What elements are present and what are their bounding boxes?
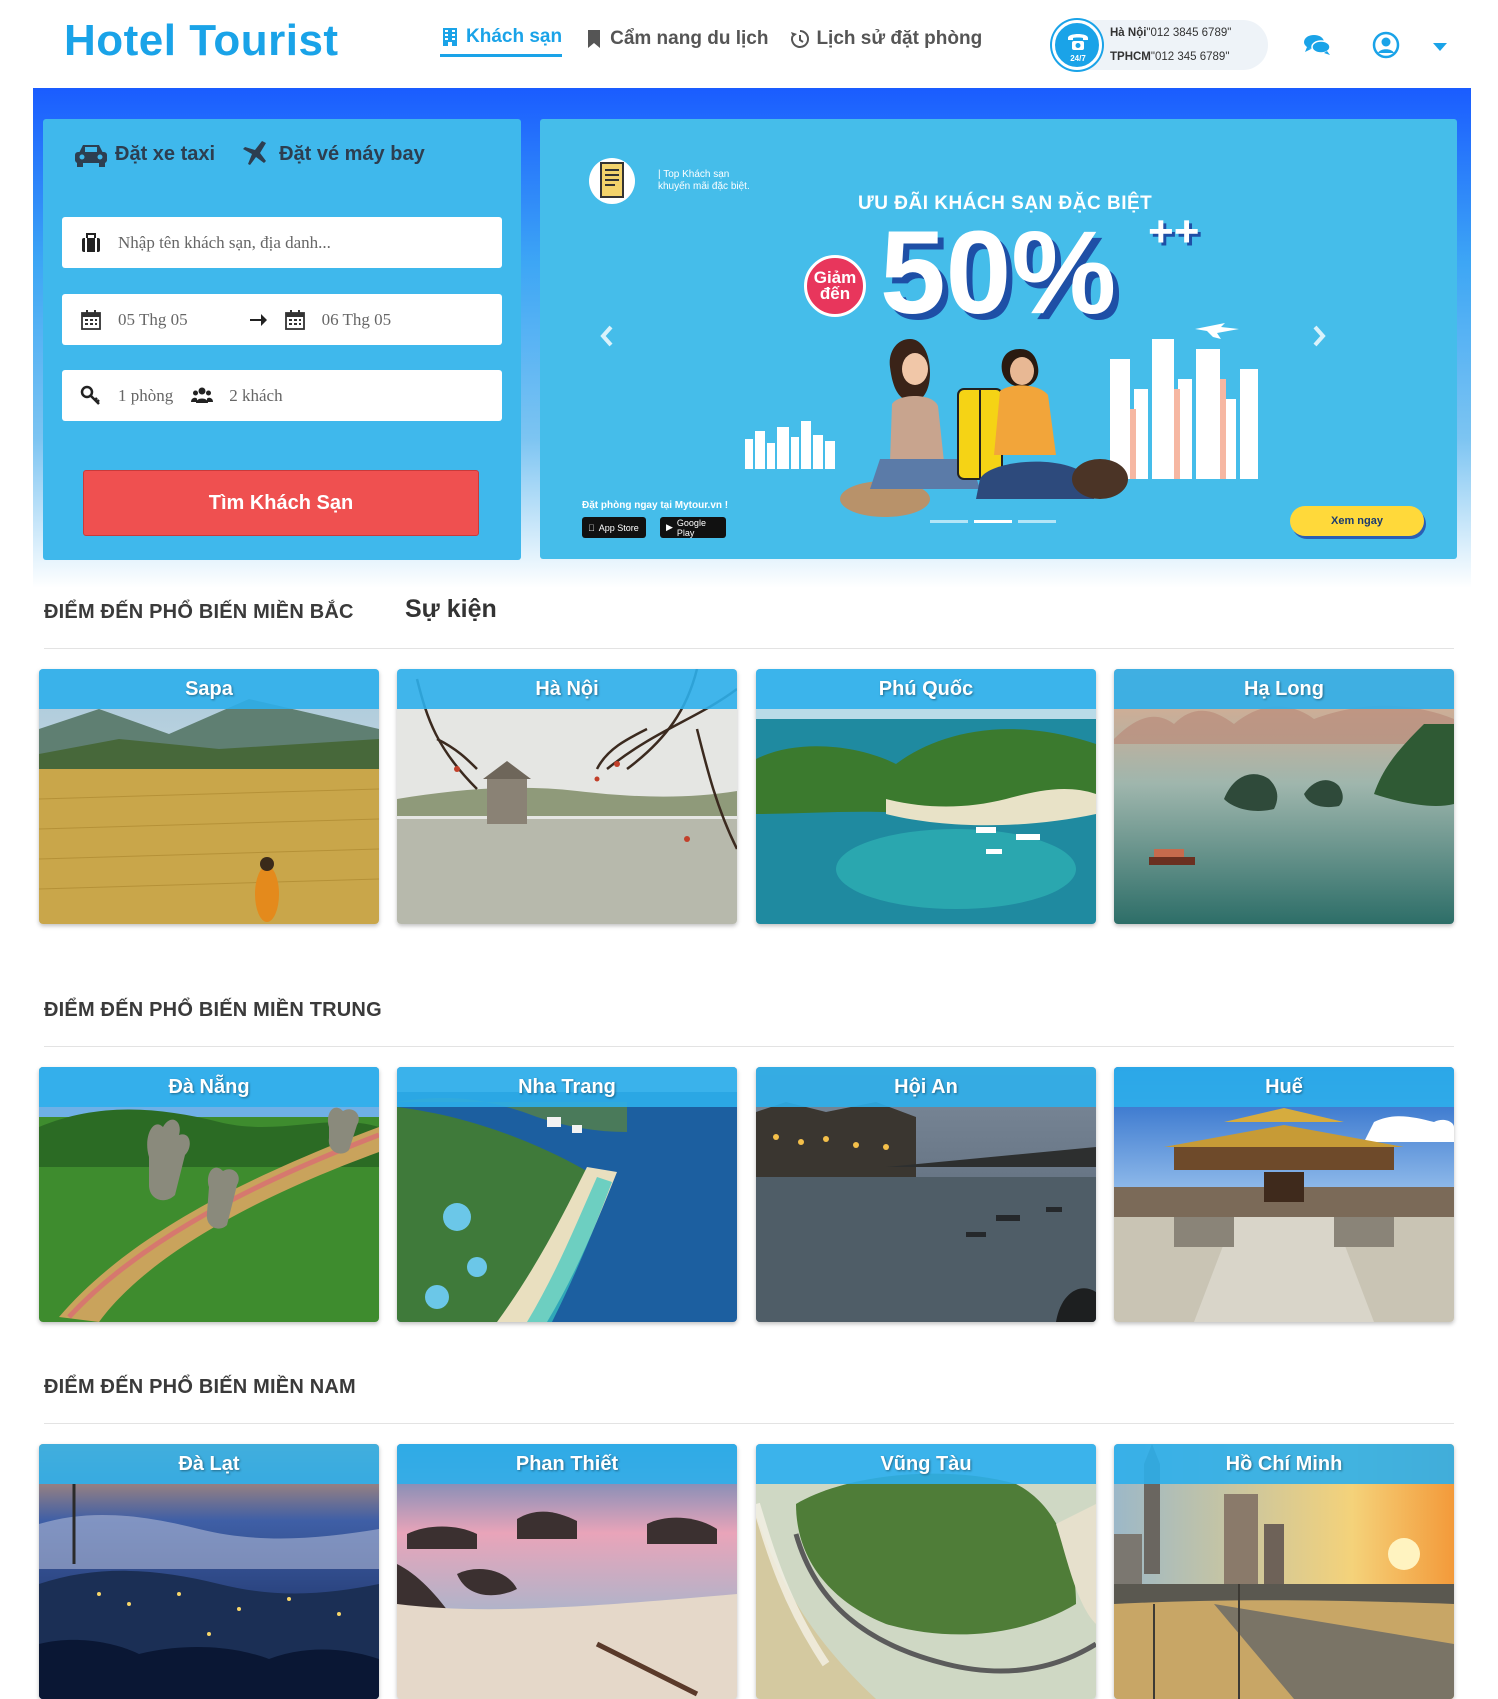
calendar-icon [81,309,101,330]
appstore-badge[interactable]: App Store [582,517,646,538]
hotline-hcm: TPHCM"012 345 6789" [1110,51,1230,63]
carousel-dot-active[interactable] [974,520,1012,523]
card-caption: Phú Quốc [756,669,1096,709]
googleplay-badge[interactable]: ▶ Google Play [660,517,726,538]
card-caption: Đà Lạt [39,1444,379,1484]
discount-plus: ++ [1148,207,1200,256]
nav-booking-history-label: Lịch sử đặt phòng [816,27,983,49]
card-caption: Sapa [39,669,379,709]
destination-input[interactable] [118,232,478,253]
card-caption: Hạ Long [1114,669,1454,709]
destination-card-vungtau[interactable]: Vũng Tàu [756,1444,1096,1699]
phone-icon: 24/7 [1052,20,1102,70]
banner-book-text: Đặt phòng ngay tại Mytour.vn ! [582,500,729,511]
search-panel: Đặt xe taxi Đặt vé máy bay 05 Thg 05 06 … [43,119,521,560]
destination-card-phanthiet[interactable]: Phan Thiết [397,1444,737,1699]
nav-travel-guide[interactable]: Cẩm nang du lịch [584,26,768,57]
tab-flight[interactable]: Đặt vé máy bay [237,139,425,169]
search-tabs: Đặt xe taxi Đặt vé máy bay [73,139,425,169]
play-icon: ▶ [666,522,673,532]
taxi-icon [75,145,107,167]
chat-icon[interactable] [1302,30,1332,60]
section-central-title: ĐIỂM ĐẾN PHỔ BIẾN MIỀN TRUNG [44,999,382,1021]
bookmark-icon [588,29,601,48]
chevron-left-icon[interactable] [595,321,619,351]
hotline-badge: 24/7 [1070,54,1086,63]
banner-tagline: | Top Khách sạn khuyến mãi đặc biệt. [658,169,750,192]
main-nav: Khách sạn Cẩm nang du lịch Lịch sử đặt p… [440,26,982,57]
checkout-date[interactable]: 06 Thg 05 [322,310,392,330]
calendar-icon [284,309,305,330]
hotline-hanoi: Hà Nội"012 3845 6789" [1110,27,1232,39]
nav-hotels-label: Khách sạn [466,26,563,47]
destination-card-hue[interactable]: Huế [1114,1067,1454,1322]
building-icon [443,28,457,46]
top-header: Hotel Tourist Khách sạn Cẩm nang du lịch… [0,0,1498,88]
tab-events[interactable]: Sự kiện [405,595,497,624]
skyline-illustration [745,421,835,469]
arrow-right-icon [249,313,267,326]
carousel-dot[interactable] [930,520,968,523]
nav-hotels[interactable]: Khách sạn [440,26,563,57]
destination-card-sapa[interactable]: Sapa [39,669,379,924]
destination-card-dalat[interactable]: Đà Lạt [39,1444,379,1699]
card-caption: Huế [1114,1067,1454,1107]
key-icon [80,385,100,405]
airplane-icon [243,141,267,165]
users-icon [191,387,214,403]
card-caption: Phan Thiết [397,1444,737,1484]
card-caption: Đà Nẵng [39,1067,379,1107]
card-caption: Hà Nội [397,669,737,709]
section-divider [44,648,1454,649]
destination-card-halong[interactable]: Hạ Long [1114,669,1454,924]
carousel-dot[interactable] [1018,520,1056,523]
destination-card-hochiminh[interactable]: Hồ Chí Minh [1114,1444,1454,1699]
destination-card-danang[interactable]: Đà Nẵng [39,1067,379,1322]
card-caption: Hội An [756,1067,1096,1107]
checkin-date[interactable]: 05 Thg 05 [118,310,188,330]
card-caption: Vũng Tàu [756,1444,1096,1484]
discount-badge: Giảm đến [804,255,866,317]
travel-couple-illustration [840,339,1128,517]
suitcase-icon [82,232,100,252]
chevron-right-icon[interactable] [1307,321,1331,351]
carousel-dots [930,520,1056,523]
date-range-field[interactable]: 05 Thg 05 06 Thg 05 [62,294,502,345]
history-icon [791,29,810,48]
user-account-icon[interactable] [1371,30,1401,60]
promo-banner[interactable]: | Top Khách sạn khuyến mãi đặc biệt. ƯU Đ… [540,119,1457,559]
rooms-guests-field[interactable]: 1 phòng 2 khách [62,370,502,421]
site-logo[interactable]: Hotel Tourist [64,16,339,66]
card-caption: Hồ Chí Minh [1114,1444,1454,1484]
card-caption: Nha Trang [397,1067,737,1107]
search-hotels-button[interactable]: Tìm Khách Sạn [83,470,479,536]
apple-icon:  [588,523,595,533]
rooms-value[interactable]: 1 phòng [118,386,173,406]
section-divider [44,1423,1454,1424]
hotline-box[interactable]: 24/7 Hà Nội"012 3845 6789" TPHCM"012 345… [1052,20,1268,70]
destination-card-nhatrang[interactable]: Nha Trang [397,1067,737,1322]
hotel-document-icon [589,158,635,204]
section-north-title[interactable]: ĐIỂM ĐẾN PHỔ BIẾN MIỀN BẮC [44,601,354,624]
destination-card-phuquoc[interactable]: Phú Quốc [756,669,1096,924]
destination-field[interactable] [62,217,502,268]
tab-taxi-label: Đặt xe taxi [115,142,216,165]
guests-value[interactable]: 2 khách [229,386,282,406]
tab-flight-label: Đặt vé máy bay [279,142,425,165]
section-south-title: ĐIỂM ĐẾN PHỔ BIẾN MIỀN NAM [44,1376,356,1398]
section-divider [44,1046,1454,1047]
nav-booking-history[interactable]: Lịch sử đặt phòng [790,26,982,57]
nav-travel-guide-label: Cẩm nang du lịch [610,27,769,49]
destination-card-hanoi[interactable]: Hà Nội [397,669,737,924]
tab-taxi[interactable]: Đặt xe taxi [73,139,215,169]
chevron-down-icon[interactable] [1430,30,1450,60]
destination-card-hoian[interactable]: Hội An [756,1067,1096,1322]
view-now-button[interactable]: Xem ngay [1290,506,1424,536]
